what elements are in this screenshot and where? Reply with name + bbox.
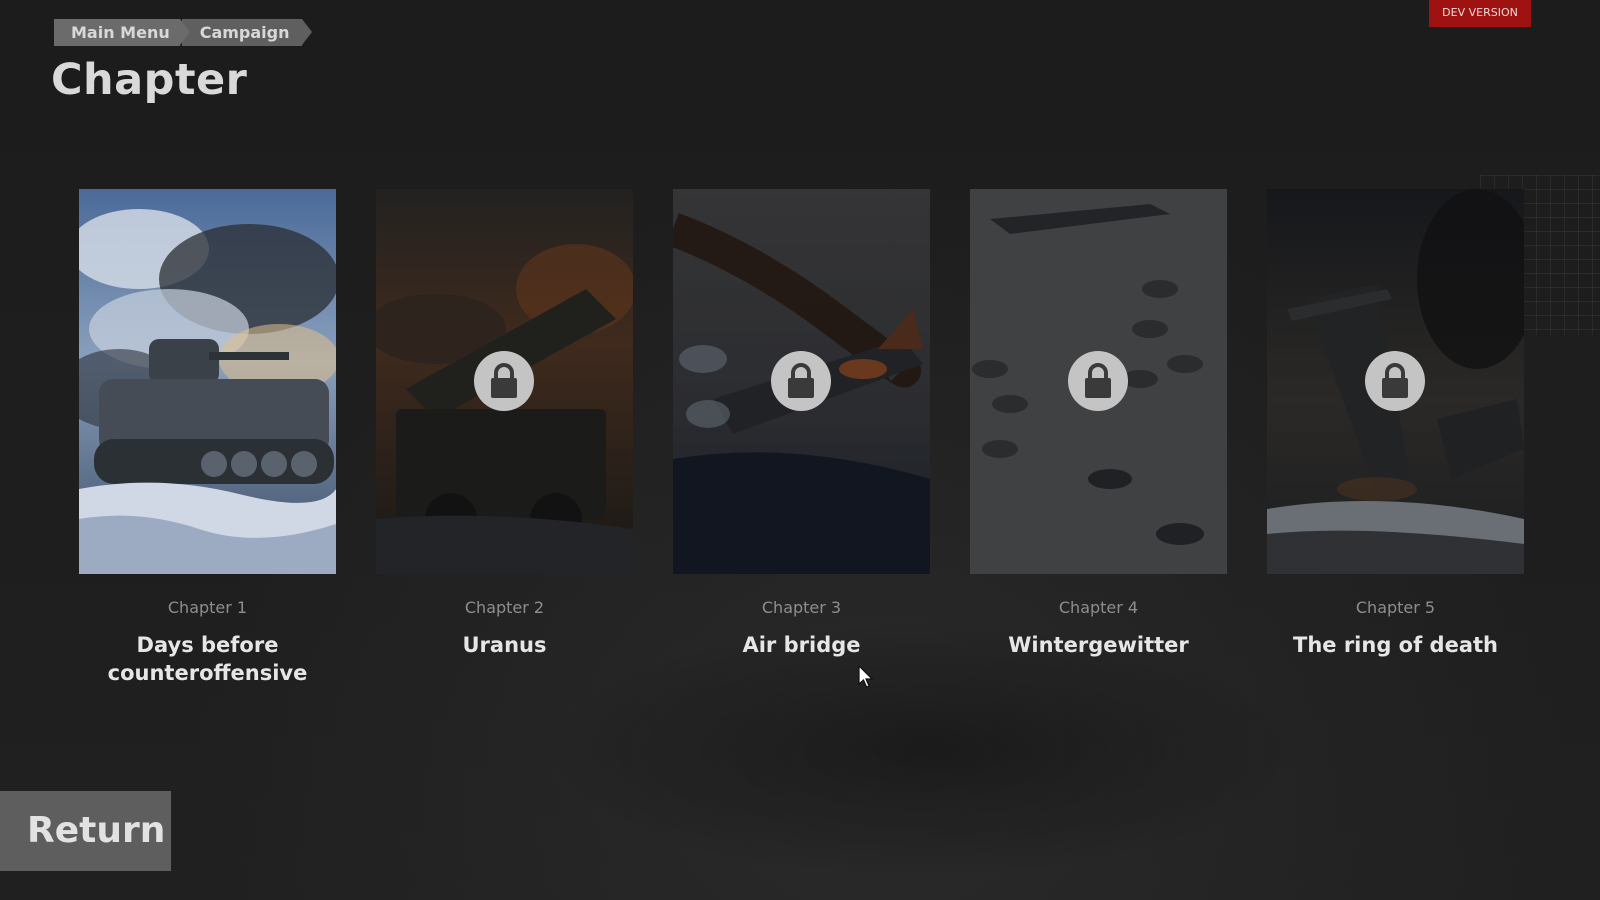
chapter-title-2: Uranus: [462, 633, 547, 657]
tank-in-snow-illustration: [79, 189, 336, 574]
chapter-thumbnail-3: [673, 189, 930, 574]
chapter-card-3[interactable]: Chapter 3 Air bridge: [673, 189, 930, 659]
chapter-card-2[interactable]: Chapter 2 Uranus: [376, 189, 633, 659]
chapter-card-1[interactable]: Chapter 1 Days before counteroffensive: [79, 189, 336, 687]
chapter-number-4: Chapter 4: [1058, 598, 1139, 617]
mouse-pointer-icon: [858, 664, 874, 693]
breadcrumb: Main Menu Campaign: [54, 19, 312, 46]
chapter-title-4: Wintergewitter: [1008, 633, 1189, 657]
chapter-select-screen: Main Menu Campaign Chapter DEV VERSION C…: [0, 0, 1600, 900]
page-title: Chapter: [51, 55, 248, 105]
lock-icon: [1365, 351, 1425, 411]
return-button[interactable]: Return: [0, 791, 171, 871]
lock-icon: [771, 351, 831, 411]
chapter-thumbnail-5: [1267, 189, 1524, 574]
chapter-card-4[interactable]: Chapter 4 Wintergewitter: [970, 189, 1227, 659]
chapter-thumbnail-2: [376, 189, 633, 574]
chapter-number-2: Chapter 2: [464, 598, 545, 617]
chapter-thumbnail-1: [79, 189, 336, 574]
chapter-thumbnail-4: [970, 189, 1227, 574]
chapter-title-3: Air bridge: [742, 633, 861, 657]
chapter-title-5: The ring of death: [1293, 633, 1498, 657]
chapter-title-1: Days before counteroffensive: [107, 633, 308, 685]
chapter-number-1: Chapter 1: [167, 598, 248, 617]
chapter-list: Chapter 1 Days before counteroffensive C…: [79, 189, 1524, 709]
chapter-card-5[interactable]: Chapter 5 The ring of death: [1267, 189, 1524, 659]
lock-icon: [1068, 351, 1128, 411]
dev-version-badge: DEV VERSION: [1429, 0, 1531, 27]
chapter-number-3: Chapter 3: [761, 598, 842, 617]
breadcrumb-main-menu[interactable]: Main Menu: [54, 19, 190, 46]
chapter-number-5: Chapter 5: [1355, 598, 1436, 617]
lock-icon: [474, 351, 534, 411]
breadcrumb-campaign[interactable]: Campaign: [181, 19, 312, 46]
